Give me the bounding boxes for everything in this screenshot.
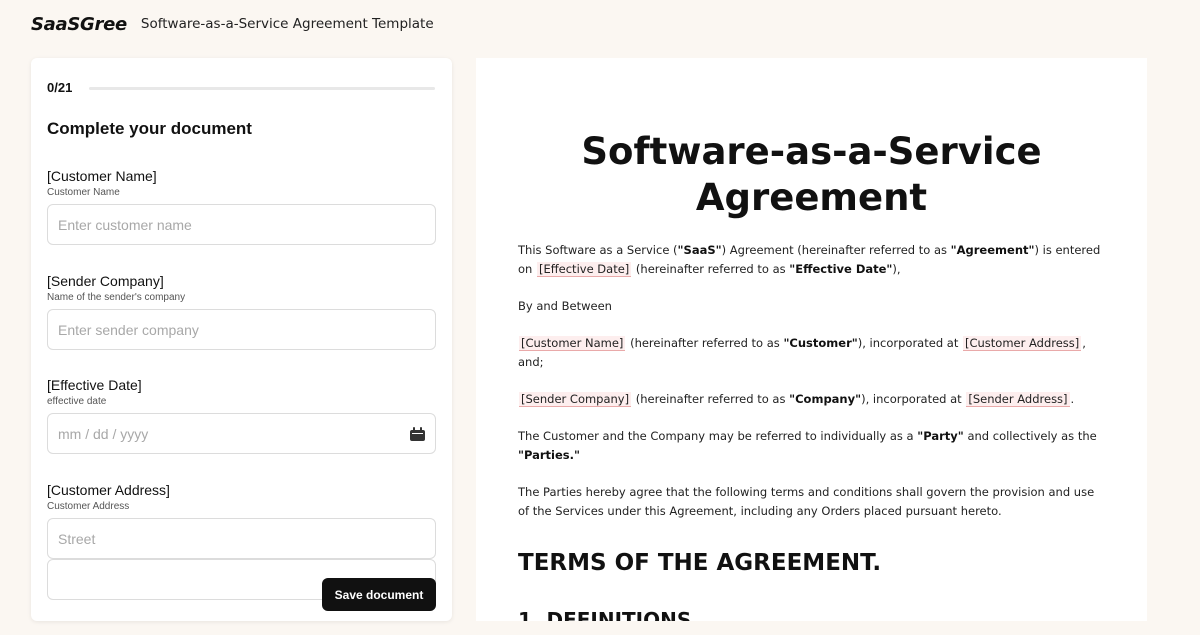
field-help: Customer Name [47, 187, 120, 198]
intro-paragraph: This Software as a Service ("SaaS") Agre… [518, 241, 1108, 279]
text: and collectively as the [963, 429, 1097, 443]
progress-bar [89, 87, 435, 90]
document-template-title: Software-as-a-Service Agreement Template [140, 16, 434, 32]
field-effective-date: [Effective Date] effective date mm / dd … [47, 377, 436, 454]
placeholder-customer-address[interactable]: [Customer Address] [962, 336, 1082, 351]
bold-text: "Agreement" [950, 243, 1035, 257]
street-input[interactable] [47, 518, 436, 559]
save-document-button[interactable]: Save document [322, 578, 436, 611]
field-customer-address: [Customer Address] Customer Address [47, 482, 436, 559]
sender-company-input[interactable] [47, 309, 436, 350]
text: (hereinafter referred to as [632, 262, 790, 276]
text: ), incorporated at [861, 392, 966, 406]
text: (hereinafter referred to as [632, 392, 790, 406]
parties-paragraph: The Customer and the Company may be refe… [518, 427, 1108, 465]
field-help: effective date [47, 396, 107, 407]
placeholder-effective-date[interactable]: [Effective Date] [536, 262, 632, 277]
subsection-heading: 1. DEFINITIONS [518, 608, 692, 621]
form-panel: 0/21 Complete your document [Customer Na… [31, 58, 452, 621]
field-sender-company: [Sender Company] Name of the sender's co… [47, 273, 436, 350]
top-bar: SaaSGree Software-as-a-Service Agreement… [0, 0, 1200, 48]
document-heading-line-1: Software-as-a-Service [581, 130, 1042, 173]
text: . [1070, 392, 1075, 406]
placeholder-sender-address[interactable]: [Sender Address] [966, 392, 1070, 407]
section-heading: TERMS OF THE AGREEMENT. [518, 550, 882, 576]
effective-date-input[interactable]: mm / dd / yyyy [47, 413, 436, 454]
form-heading: Complete your document [47, 119, 252, 138]
text: This Software as a Service ( [518, 243, 678, 257]
document-preview: Software-as-a-Service Agreement This Sof… [476, 58, 1147, 621]
text: ), [892, 262, 901, 276]
bold-text: "Effective Date" [789, 262, 893, 276]
document-heading-line-2: Agreement [695, 176, 928, 219]
company-paragraph: [Sender Company] (hereinafter referred t… [518, 390, 1108, 409]
field-label: [Customer Name] [47, 168, 157, 184]
text: (hereinafter referred to as [626, 336, 784, 350]
logo[interactable]: SaaSGree [31, 14, 127, 35]
progress-indicator: 0/21 [47, 80, 72, 95]
between-paragraph: By and Between [518, 299, 612, 313]
text: ) Agreement (hereinafter referred to as [721, 243, 951, 257]
bold-text: "Customer" [783, 336, 858, 350]
bold-text: "Parties." [518, 448, 580, 462]
date-placeholder: mm / dd / yyyy [58, 425, 149, 442]
document-heading: Software-as-a-Service Agreement [476, 129, 1147, 221]
customer-paragraph: [Customer Name] (hereinafter referred to… [518, 334, 1108, 372]
field-label: [Sender Company] [47, 273, 164, 289]
document-body: This Software as a Service ("SaaS") Agre… [518, 241, 1108, 539]
field-label: [Customer Address] [47, 482, 170, 498]
customer-name-input[interactable] [47, 204, 436, 245]
field-customer-name: [Customer Name] Customer Name [47, 168, 436, 245]
field-help: Name of the sender's company [47, 292, 186, 303]
text: ), incorporated at [857, 336, 962, 350]
field-help: Customer Address [47, 501, 130, 512]
calendar-icon[interactable] [410, 426, 425, 441]
text: The Customer and the Company may be refe… [518, 429, 918, 443]
bold-text: "SaaS" [677, 243, 722, 257]
bold-text: "Company" [789, 392, 862, 406]
bold-text: "Party" [917, 429, 964, 443]
field-label: [Effective Date] [47, 377, 142, 393]
placeholder-sender-company[interactable]: [Sender Company] [519, 392, 632, 407]
placeholder-customer-name[interactable]: [Customer Name] [519, 336, 626, 351]
progress-count: 0/21 [47, 80, 73, 95]
terms-intro-paragraph: The Parties hereby agree that the follow… [518, 485, 1095, 518]
